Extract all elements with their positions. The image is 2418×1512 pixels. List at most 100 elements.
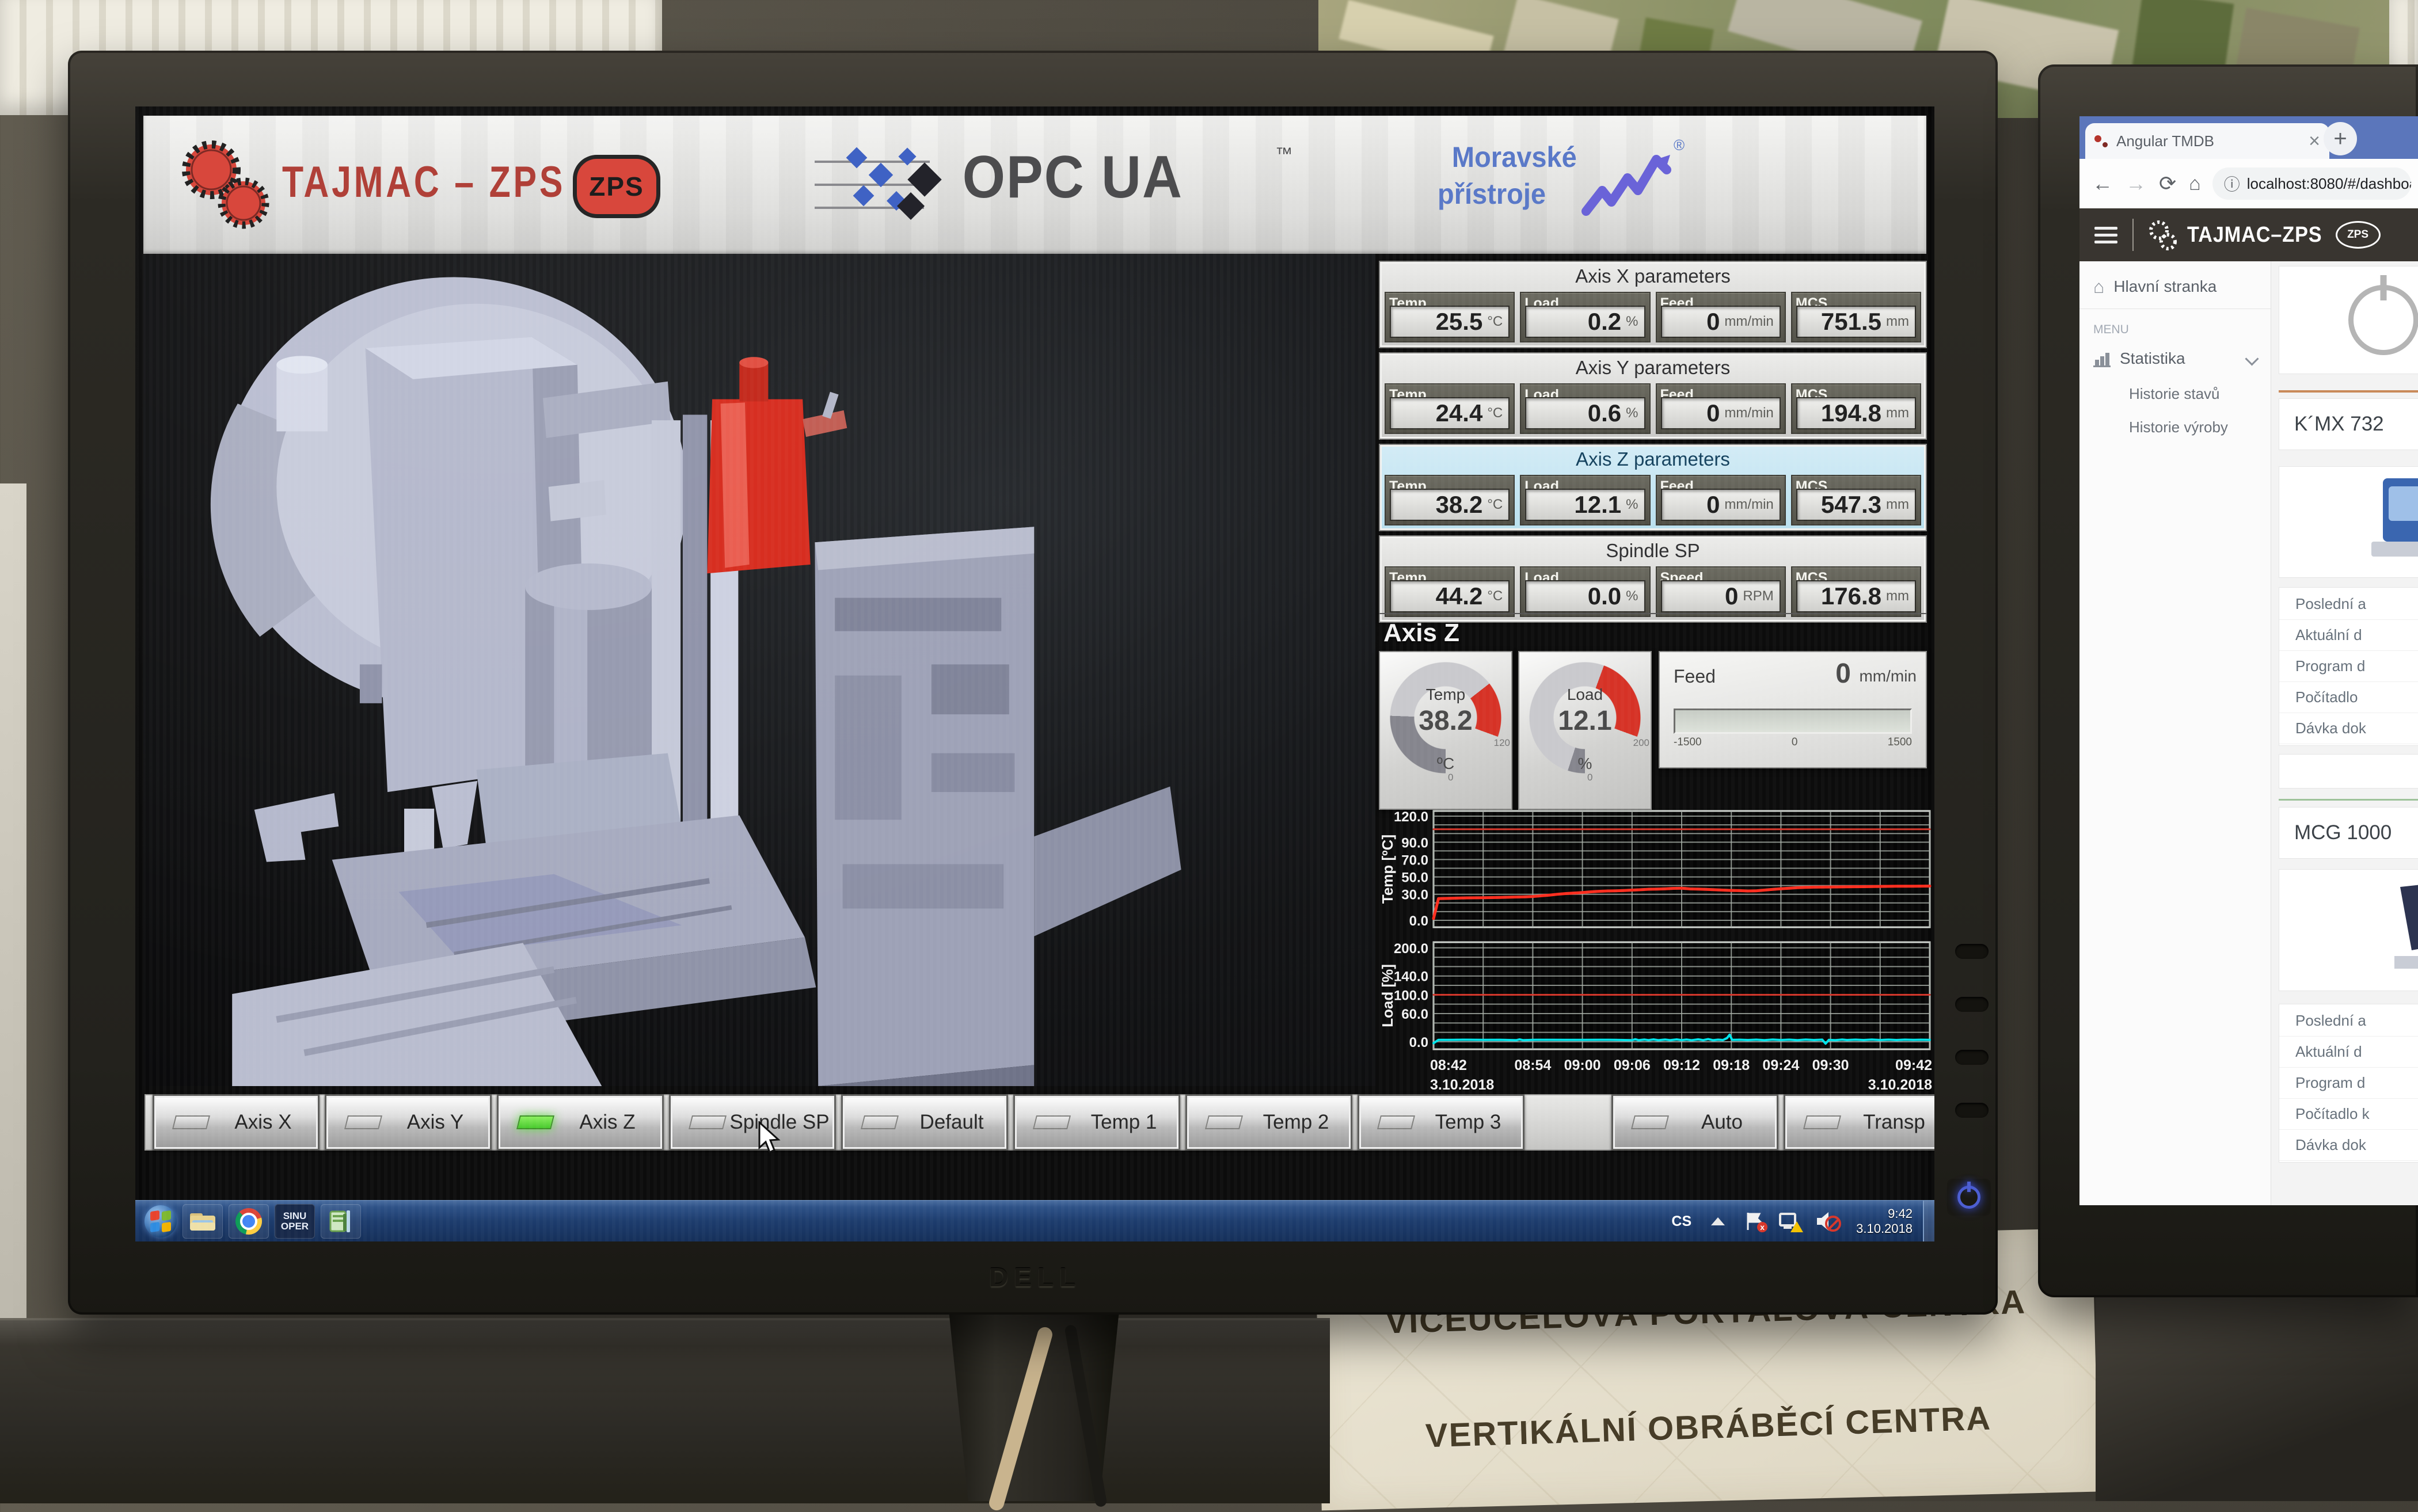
- gauge-max: 120: [1494, 737, 1510, 749]
- taskbar-chrome[interactable]: [229, 1204, 269, 1239]
- hmi-button-default[interactable]: Default: [841, 1094, 1008, 1151]
- machine1-image-card[interactable]: [2279, 466, 2418, 578]
- hmi-button-axis-z[interactable]: Axis Z: [497, 1094, 664, 1151]
- field-value: 25.5: [1436, 308, 1483, 336]
- tray-expand-icon[interactable]: [1711, 1217, 1725, 1225]
- hmi-button-transp[interactable]: Transp: [1784, 1094, 1934, 1151]
- bezel-menu-button-2[interactable]: [1955, 997, 1989, 1012]
- field-unit: mm: [1886, 588, 1909, 604]
- monitor-power-button[interactable]: [1947, 1179, 1991, 1216]
- back-icon[interactable]: ←: [2092, 172, 2113, 196]
- list-row-aktu-ln-d: Aktuální d: [2279, 620, 2418, 651]
- start-button[interactable]: [145, 1205, 177, 1237]
- start-flag-blue: [150, 1222, 159, 1232]
- panel-axis-y-parameters: Axis Y parametersTemp24.4°CLoad0.6%Feed0…: [1379, 352, 1927, 440]
- sidebar-statistika-label: Statistika: [2120, 349, 2185, 368]
- reload-icon[interactable]: ⟳: [2159, 172, 2176, 196]
- taskbar-explorer[interactable]: [183, 1204, 223, 1239]
- action-center-icon[interactable]: x: [1744, 1212, 1764, 1231]
- tab-close-icon[interactable]: ×: [2309, 130, 2320, 153]
- field-value-box: 0.2%: [1525, 306, 1645, 338]
- taskbar-sinumerik[interactable]: SINU OPER: [275, 1204, 315, 1239]
- feed-scale-mid: 0: [1792, 736, 1798, 749]
- led-indicator-off: [172, 1115, 210, 1129]
- language-indicator[interactable]: CS: [1671, 1213, 1691, 1230]
- field-unit: °C: [1487, 497, 1503, 513]
- mp-line1: Moravské: [1452, 141, 1577, 173]
- hmi-button-temp-2[interactable]: Temp 2: [1185, 1094, 1352, 1151]
- list-row-aktu-ln-d: Aktuální d: [2279, 1037, 2418, 1068]
- field-value: 0.6: [1588, 399, 1621, 427]
- power-card[interactable]: [2279, 266, 2418, 374]
- hmi-button-temp-1[interactable]: Temp 1: [1013, 1094, 1180, 1151]
- field-unit: mm/min: [1724, 314, 1773, 330]
- monitor-left: DELL TAJMAC – ZPS ZPS: [68, 51, 1998, 1315]
- field-value: 0: [1706, 491, 1720, 519]
- gauge-value: 12.1: [1519, 705, 1651, 737]
- machine1-image: [2314, 467, 2418, 570]
- forward-icon[interactable]: →: [2126, 172, 2146, 196]
- taskbar-date[interactable]: 3.10.2018: [1856, 1221, 1913, 1236]
- field-value-box: 0mm/min: [1661, 397, 1781, 429]
- url-bar[interactable]: ⓘ localhost:8080/#/dashboard: [2212, 167, 2411, 200]
- button-label: Axis X: [208, 1111, 318, 1134]
- machine2-image-card[interactable]: [2279, 869, 2418, 991]
- app-sidebar: ⌂ Hlavní stranka MENU Statistika Histori…: [2079, 261, 2271, 1205]
- axis-z-detail-section: Axis Z Temp38.2ºC0120Load12.1%0200 Feed …: [1379, 613, 1927, 808]
- machine-3d-view[interactable]: [143, 254, 1375, 1086]
- field-unit: °C: [1487, 405, 1503, 421]
- bezel-menu-button-3[interactable]: [1955, 1050, 1989, 1065]
- sidebar-item-historie-v-roby[interactable]: Historie výroby: [2079, 410, 2271, 444]
- field-unit: mm/min: [1724, 405, 1773, 421]
- windows-taskbar: SINU OPER CS x: [135, 1200, 1934, 1241]
- panel-title: Spindle SP: [1380, 536, 1926, 562]
- sidebar-item-historie-stav[interactable]: Historie stavů: [2079, 377, 2271, 410]
- new-tab-button[interactable]: +: [2324, 122, 2357, 155]
- y-tick-label: 100.0: [1394, 988, 1428, 1003]
- show-desktop-button[interactable]: [1923, 1201, 1934, 1241]
- field-unit: °C: [1487, 314, 1503, 330]
- field-feed: Feed0mm/min: [1656, 383, 1786, 434]
- list-row-d-vka-dok: Dávka dok: [2279, 713, 2418, 744]
- hmi-button-spindle-sp[interactable]: Spindle SP: [669, 1094, 836, 1151]
- taskbar-time[interactable]: 9:42: [1856, 1206, 1913, 1221]
- menu-hamburger-icon[interactable]: [2094, 223, 2117, 247]
- hmi-button-axis-y[interactable]: Axis Y: [325, 1094, 492, 1151]
- machine1-list-card: Poslední aAktuální dProgram dPočítadloDá…: [2279, 587, 2418, 746]
- panel-fields: Temp24.4°CLoad0.6%Feed0mm/minMCS194.8mm: [1385, 383, 1921, 434]
- x-tick-label: 09:30: [1812, 1057, 1849, 1073]
- volume-muted-icon[interactable]: [1816, 1211, 1839, 1232]
- field-value-box: 547.3mm: [1796, 489, 1916, 521]
- field-value: 176.8: [1821, 582, 1881, 610]
- button-label: Axis Z: [553, 1111, 662, 1134]
- home-icon[interactable]: ⌂: [2189, 173, 2201, 195]
- hmi-button-strip: Axis XAxis YAxis ZSpindle SPDefaultTemp …: [145, 1094, 1925, 1151]
- led-indicator-off: [689, 1115, 727, 1129]
- sidebar-item-home[interactable]: ⌂ Hlavní stranka: [2079, 268, 2271, 305]
- bezel-menu-button-1[interactable]: [1955, 944, 1989, 959]
- hmi-button-auto[interactable]: Auto: [1611, 1094, 1778, 1151]
- sidebar-item-statistika[interactable]: Statistika: [2079, 340, 2271, 377]
- gauge-load: Load12.1%0200: [1518, 651, 1652, 810]
- bezel-menu-button-4[interactable]: [1955, 1103, 1989, 1118]
- chevron-down-icon: [2245, 352, 2259, 365]
- feed-slider-track[interactable]: [1674, 709, 1912, 734]
- hmi-button-axis-x[interactable]: Axis X: [153, 1094, 320, 1151]
- y-tick-label: 120.0: [1394, 809, 1428, 825]
- taskbar-app[interactable]: [321, 1204, 361, 1239]
- list-row-posledn-a: Poslední a: [2279, 589, 2418, 620]
- hmi-button-temp-3[interactable]: Temp 3: [1358, 1094, 1524, 1151]
- wall-strip-left: [0, 483, 26, 1324]
- field-value: 194.8: [1821, 399, 1881, 427]
- url-info-icon[interactable]: ⓘ: [2224, 172, 2240, 195]
- home-strip[interactable]: ⌂: [2279, 754, 2418, 789]
- parameter-panels: Axis X parametersTemp25.5°CLoad0.2%Feed0…: [1379, 261, 1927, 627]
- field-temp: Temp24.4°C: [1385, 383, 1515, 434]
- browser-tab[interactable]: Angular TMDB ×: [2085, 123, 2329, 159]
- network-warning-icon[interactable]: [1779, 1212, 1801, 1231]
- opc-ua-diamonds-icon: [815, 139, 964, 231]
- field-value-box: 0.6%: [1525, 397, 1645, 429]
- gauge-temp: Temp38.2ºC0120: [1379, 651, 1512, 810]
- led-indicator-off: [861, 1115, 899, 1129]
- field-speed: Speed0RPM: [1656, 566, 1786, 617]
